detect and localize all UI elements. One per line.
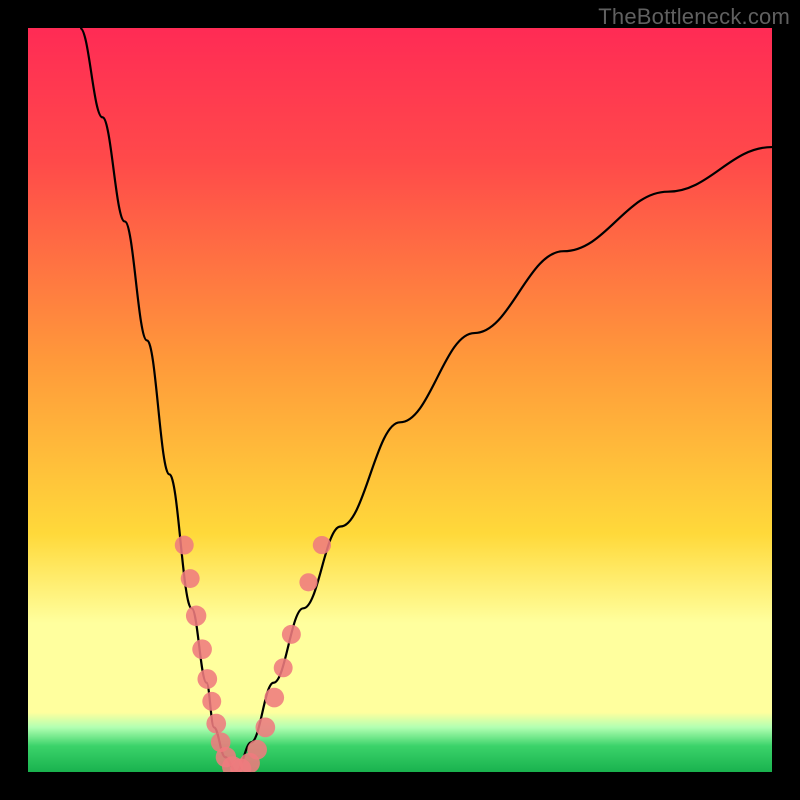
curve-svg	[28, 28, 772, 772]
data-point	[256, 718, 276, 738]
plot-area	[28, 28, 772, 772]
data-point	[247, 740, 267, 760]
data-point	[264, 688, 284, 708]
data-point	[175, 536, 194, 555]
outer-frame: TheBottleneck.com	[0, 0, 800, 800]
bottleneck-curve	[80, 28, 772, 772]
data-point	[313, 536, 331, 554]
data-point	[299, 573, 317, 591]
data-point	[186, 606, 206, 626]
data-point	[206, 714, 226, 734]
data-point	[202, 692, 221, 711]
highlighted-points-group	[175, 536, 331, 772]
data-point	[181, 569, 200, 588]
data-point	[197, 669, 217, 689]
watermark-text: TheBottleneck.com	[598, 4, 790, 30]
data-point	[274, 658, 293, 677]
data-point	[192, 639, 212, 659]
data-point	[282, 625, 301, 644]
